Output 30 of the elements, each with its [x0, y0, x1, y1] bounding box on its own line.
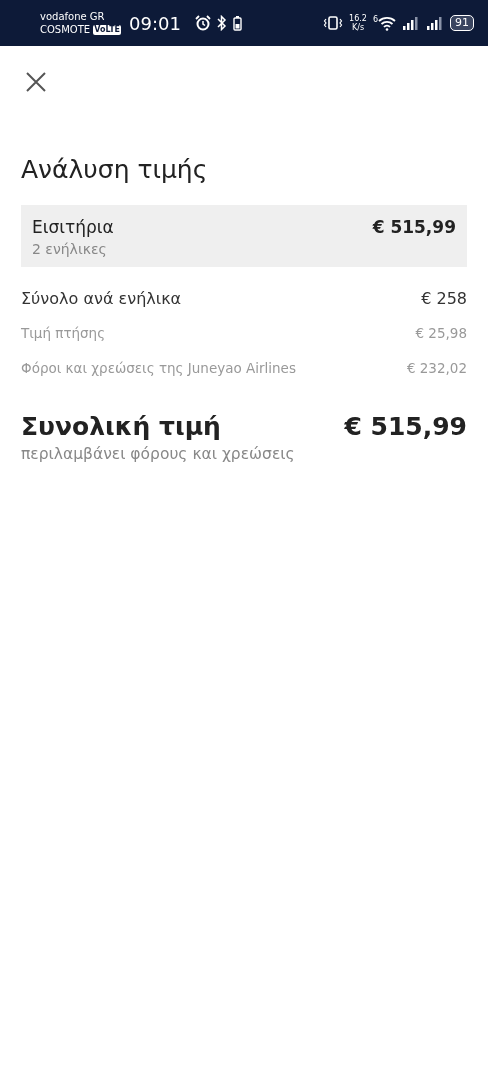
vibrate-icon	[323, 15, 344, 31]
battery-level: 91	[450, 15, 474, 31]
price-label: Σύνολο ανά ενήλικα	[21, 288, 182, 308]
close-button[interactable]	[25, 71, 47, 93]
price-label: Τιμή πτήσης	[21, 324, 106, 341]
carrier-name: vodafone GR	[40, 10, 106, 23]
signal-icon	[426, 16, 444, 30]
price-amount: € 25,98	[415, 324, 467, 341]
network-speed: 16.2	[349, 14, 367, 23]
close-icon	[25, 71, 47, 93]
speed-unit: K/s	[351, 23, 365, 32]
page-title: Ανάλυση τιμής	[21, 155, 209, 184]
price-amount: € 232,02	[406, 359, 467, 376]
battery-icon	[232, 15, 242, 31]
total-note: περιλαμβάνει φόρους και χρεώσεις	[21, 445, 295, 463]
carrier-name: COSMOTE	[40, 23, 91, 36]
signal-icon	[402, 16, 420, 30]
total-amount: € 515,99	[344, 412, 467, 441]
bluetooth-icon	[216, 15, 227, 31]
price-label: Φόροι και χρεώσεις της Juneyao Airlines	[21, 359, 296, 376]
tickets-amount: € 515,99	[372, 217, 456, 237]
tickets-label: Εισιτήρια	[32, 217, 114, 237]
alarm-icon	[194, 15, 211, 31]
price-amount: € 258	[421, 288, 467, 308]
volte-badge: VoLTE	[93, 24, 122, 35]
clock-time: 09:01	[129, 12, 181, 34]
wifi-label: 6	[372, 15, 378, 24]
total-label: Συνολική τιμή	[21, 412, 221, 441]
passenger-count: 2 ενήλικες	[32, 241, 108, 257]
wifi-icon	[378, 15, 396, 31]
